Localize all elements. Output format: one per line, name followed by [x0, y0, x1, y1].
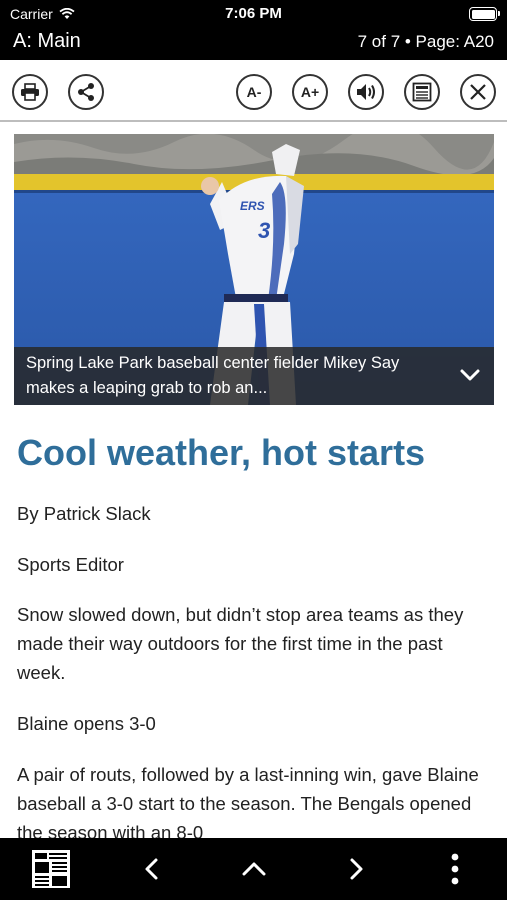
- chevron-right-icon: [350, 858, 363, 880]
- previous-button[interactable]: [132, 848, 172, 890]
- jersey-number: 3: [258, 218, 270, 243]
- clock: 7:06 PM: [225, 5, 282, 22]
- close-button[interactable]: [460, 74, 496, 110]
- close-icon: [470, 84, 486, 100]
- share-icon: [78, 83, 94, 101]
- chevron-down-icon[interactable]: [458, 363, 482, 387]
- newspaper-view-button[interactable]: [28, 848, 74, 890]
- article-toolbar: A- A+: [0, 60, 507, 122]
- article-photo[interactable]: ERS 3 Spring Lake Park baseball center f…: [14, 134, 494, 405]
- up-button[interactable]: [232, 848, 276, 890]
- font-smaller-button[interactable]: A-: [236, 74, 272, 110]
- page-indicator: 7 of 7 • Page: A20: [357, 32, 494, 51]
- article-subhead: Blaine opens 3-0: [17, 713, 156, 734]
- font-smaller-label: A-: [246, 84, 262, 100]
- article-byline: By Patrick Slack: [17, 503, 151, 524]
- print-button[interactable]: [12, 74, 48, 110]
- newspaper-icon: [32, 850, 70, 888]
- battery-icon: [469, 7, 500, 21]
- more-vertical-icon: [451, 853, 459, 885]
- section-title: A: Main: [13, 30, 81, 52]
- font-larger-label: A+: [300, 84, 320, 100]
- article-paragraph: Snow slowed down, but didn’t stop area t…: [17, 604, 464, 683]
- article-author-role: Sports Editor: [17, 554, 124, 575]
- photo-caption[interactable]: Spring Lake Park baseball center fielder…: [14, 347, 494, 405]
- audio-button[interactable]: [348, 74, 384, 110]
- more-options-button[interactable]: [440, 848, 470, 890]
- bottom-nav-bar: [0, 838, 507, 900]
- photo-caption-text: Spring Lake Park baseball center fielder…: [26, 354, 400, 397]
- article-paragraph: A pair of routs, followed by a last-inni…: [17, 764, 479, 843]
- chevron-left-icon: [145, 858, 158, 880]
- article-text-icon: [412, 82, 432, 102]
- status-bar: Carrier 7:06 PM: [0, 0, 507, 28]
- text-view-button[interactable]: [404, 74, 440, 110]
- printer-icon: [21, 83, 39, 101]
- top-bar: Carrier 7:06 PM A: Main 7 of 7 • Page: A…: [0, 0, 507, 60]
- speaker-icon: [357, 84, 375, 100]
- article-headline: Cool weather, hot starts: [17, 432, 426, 473]
- share-button[interactable]: [68, 74, 104, 110]
- jersey-text: ERS: [240, 199, 265, 213]
- chevron-up-icon: [242, 862, 266, 876]
- font-larger-button[interactable]: A+: [292, 74, 328, 110]
- next-button[interactable]: [336, 848, 376, 890]
